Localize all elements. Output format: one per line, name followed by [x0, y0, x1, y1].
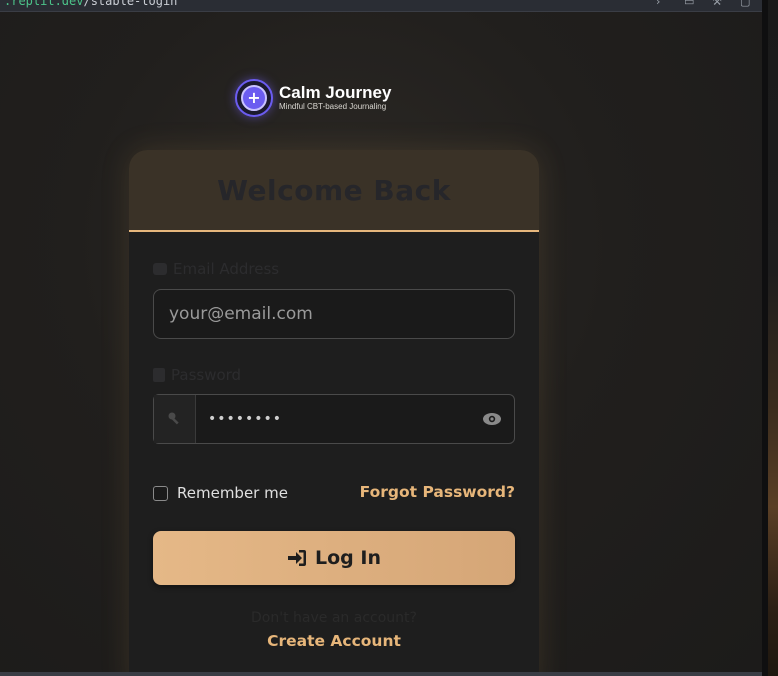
password-value[interactable]: ••••••••: [196, 395, 470, 443]
url-host: .replit.dev: [4, 0, 84, 8]
create-account-link[interactable]: Create Account: [129, 632, 539, 650]
browser-url-bar[interactable]: .replit.dev/stable-login › ▭ ⚒ ▢: [0, 0, 762, 12]
lock-icon[interactable]: ▢: [740, 0, 752, 8]
email-field[interactable]: [154, 290, 514, 338]
brand-name: Calm Journey: [279, 83, 392, 102]
url-path: /stable-login: [83, 0, 178, 8]
brand-logo[interactable]: + Calm Journey Mindful CBT-based Journal…: [235, 79, 391, 117]
brand-tagline: Mindful CBT-based Journaling: [279, 102, 387, 111]
window-edge: [762, 0, 778, 676]
card-header: Welcome Back: [129, 150, 539, 232]
monitor-icon[interactable]: ▭: [684, 0, 696, 8]
wrench-icon[interactable]: ⚒: [712, 0, 724, 8]
password-label-text: Password: [171, 366, 242, 384]
chevron-right-icon[interactable]: ›: [656, 0, 668, 8]
forgot-password-link[interactable]: Forgot Password?: [360, 483, 515, 501]
email-label-text: Email Address: [173, 260, 280, 278]
remember-me-checkbox[interactable]: [153, 485, 168, 501]
lock-icon: [153, 368, 165, 382]
eye-icon[interactable]: [470, 395, 514, 443]
card-title: Welcome Back: [217, 173, 451, 207]
no-account-text: Don't have an account?: [251, 610, 417, 626]
url-text[interactable]: .replit.dev/stable-login: [4, 0, 177, 8]
login-card: Welcome Back Email Address Password ••••…: [129, 150, 539, 672]
envelope-icon: [153, 263, 167, 275]
login-button[interactable]: Log In: [153, 531, 515, 585]
password-label: Password: [153, 366, 241, 384]
sign-in-icon: [288, 550, 306, 566]
password-field[interactable]: ••••••••: [153, 394, 515, 444]
login-button-label: Log In: [315, 547, 381, 569]
app-background: + Calm Journey Mindful CBT-based Journal…: [0, 12, 762, 672]
remember-me-row: Remember me: [153, 484, 288, 502]
remember-me-label[interactable]: Remember me: [177, 484, 288, 502]
logo-badge: +: [235, 79, 273, 117]
email-label: Email Address: [153, 260, 279, 278]
email-field-wrapper: [153, 289, 515, 339]
key-icon: [154, 395, 196, 443]
window-bottom-border: [0, 672, 762, 676]
plus-circle-icon: +: [241, 85, 267, 111]
